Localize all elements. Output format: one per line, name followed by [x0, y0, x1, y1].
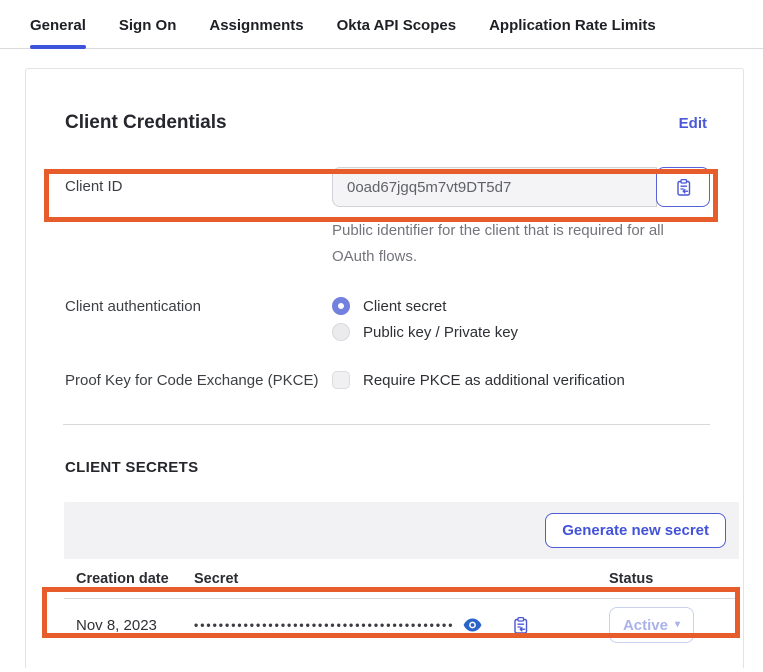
pkce-row: Proof Key for Code Exchange (PKCE) Requi… — [65, 371, 707, 389]
reveal-secret-button[interactable] — [463, 618, 482, 632]
masked-secret-value: ••••••••••••••••••••••••••••••••••••••••… — [194, 618, 454, 632]
generate-new-secret-button[interactable]: Generate new secret — [545, 513, 726, 548]
header-creation-date: Creation date — [76, 571, 194, 587]
panel-title: Client Credentials — [65, 112, 227, 134]
copy-secret-button[interactable] — [511, 616, 530, 635]
status-label: Active — [623, 617, 668, 634]
copy-client-id-button[interactable] — [656, 167, 710, 207]
section-divider — [63, 424, 710, 425]
tab-application-rate-limits[interactable]: Application Rate Limits — [489, 17, 656, 48]
radio-unselected-icon[interactable] — [332, 323, 350, 341]
eye-icon — [463, 618, 482, 632]
client-authentication-row: Client authentication Client secret Publ… — [65, 297, 707, 341]
table-toolbar: Generate new secret — [64, 502, 739, 559]
pkce-label: Proof Key for Code Exchange (PKCE) — [65, 372, 332, 389]
tab-assignments[interactable]: Assignments — [209, 17, 303, 48]
tab-okta-api-scopes[interactable]: Okta API Scopes — [337, 17, 457, 48]
client-id-input[interactable] — [332, 167, 657, 207]
client-id-label: Client ID — [65, 167, 332, 195]
cell-creation-date: Nov 8, 2023 — [76, 617, 194, 634]
client-authentication-label: Client authentication — [65, 297, 332, 315]
client-id-row: Client ID — [65, 167, 707, 270]
clipboard-copy-icon — [511, 616, 530, 635]
client-secrets-table: Generate new secret Creation date Secret… — [64, 502, 739, 651]
status-dropdown-button[interactable]: Active ▾ — [609, 607, 694, 643]
radio-public-private-key-label: Public key / Private key — [363, 324, 518, 341]
header-secret: Secret — [194, 571, 609, 587]
radio-client-secret-label: Client secret — [363, 298, 446, 315]
radio-public-private-key[interactable]: Public key / Private key — [332, 323, 518, 341]
client-credentials-card: Client Credentials Edit Client ID — [25, 68, 744, 668]
app-tab-bar: General Sign On Assignments Okta API Sco… — [0, 0, 763, 49]
radio-selected-icon[interactable] — [332, 297, 350, 315]
table-header-row: Creation date Secret Status — [64, 559, 739, 599]
tab-sign-on[interactable]: Sign On — [119, 17, 177, 48]
pkce-checkbox-row[interactable]: Require PKCE as additional verification — [332, 371, 625, 389]
tab-general[interactable]: General — [30, 17, 86, 48]
radio-client-secret[interactable]: Client secret — [332, 297, 518, 315]
clipboard-copy-icon — [674, 178, 693, 197]
table-row: Nov 8, 2023 ••••••••••••••••••••••••••••… — [64, 599, 739, 651]
pkce-checkbox[interactable] — [332, 371, 350, 389]
header-status: Status — [609, 571, 739, 587]
client-id-help-text: Public identifier for the client that is… — [332, 218, 680, 270]
client-secrets-title: CLIENT SECRETS — [65, 459, 707, 476]
chevron-down-icon: ▾ — [675, 620, 680, 630]
edit-link[interactable]: Edit — [679, 115, 707, 132]
pkce-checkbox-label: Require PKCE as additional verification — [363, 372, 625, 389]
